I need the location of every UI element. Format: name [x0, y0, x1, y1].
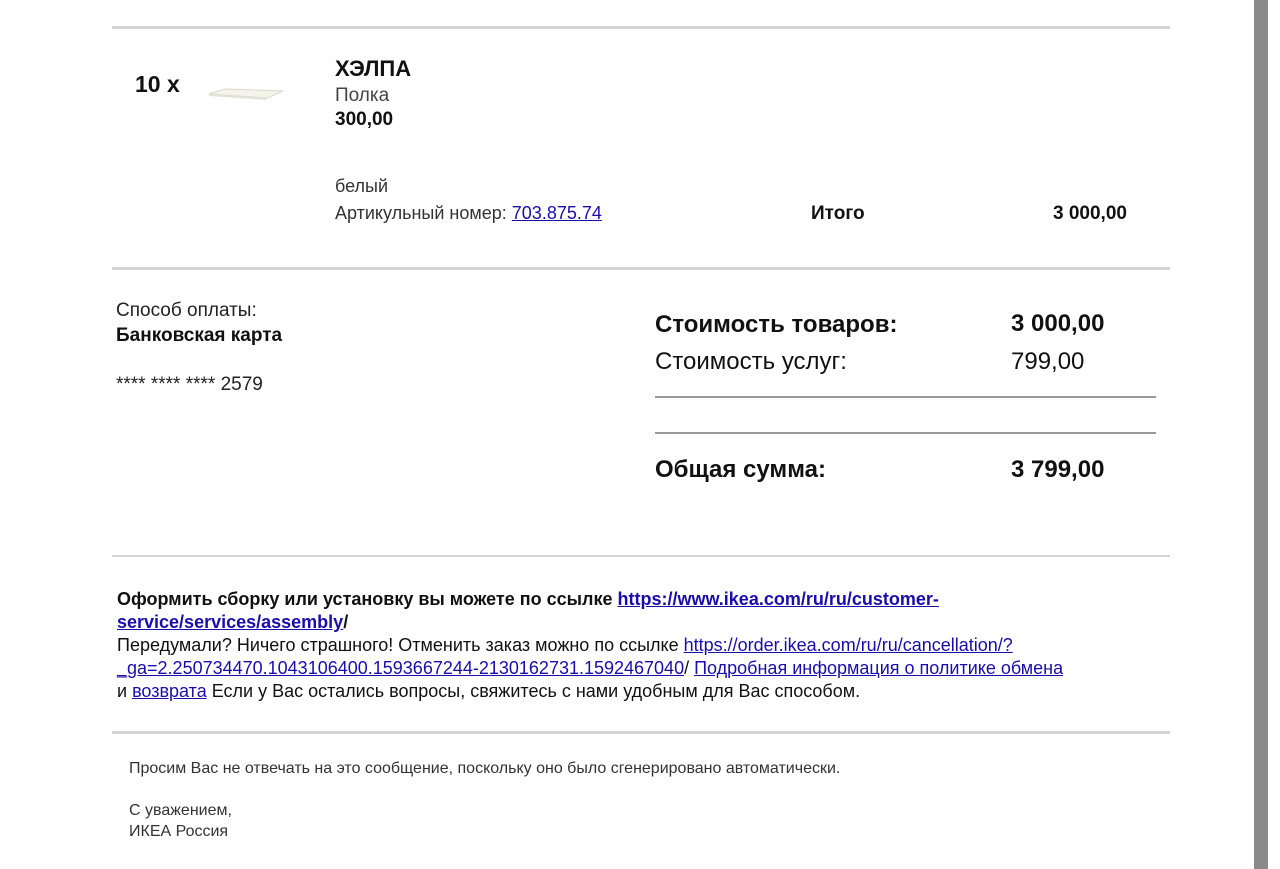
summary-divider-2 [655, 432, 1156, 434]
signature-text: ИКЕА Россия [129, 823, 229, 840]
services-cost-label: Стоимость услуг: [655, 348, 847, 375]
assembly-link-line1: https://www.ikea.com/ru/ru/customer- [617, 589, 939, 609]
payment-method-value: Банковская карта [116, 325, 283, 346]
cancel-paragraph: Передумали? Ничего страшного! Отменить з… [117, 634, 1177, 703]
no-reply-notice: Просим Вас не отвечать на это сообщение,… [129, 760, 841, 777]
grand-total-value: 3 799,00 [1011, 456, 1105, 483]
card-number: **** **** **** 2579 [116, 374, 263, 395]
item-quantity: 10 x [135, 71, 180, 97]
summary-divider-1 [655, 396, 1156, 398]
item-total-value: 3 000,00 [1053, 203, 1127, 224]
goods-cost-label: Стоимость товаров: [655, 311, 898, 338]
grand-total-label: Общая сумма: [655, 456, 826, 483]
payment-method-label: Способ оплаты: [116, 300, 257, 321]
product-type: Полка [335, 85, 390, 106]
cancel-link-line1: https://order.ikea.com/ru/ru/cancellatio… [683, 635, 1013, 655]
item-total-label: Итого [811, 203, 865, 224]
cancel-text: Передумали? Ничего страшного! Отменить з… [117, 635, 684, 655]
article-number-link[interactable]: 703.875.74 [512, 203, 602, 223]
summary-divider [112, 555, 1170, 557]
footer-divider [112, 731, 1170, 734]
assembly-paragraph: Оформить сборку или установку вы можете … [117, 588, 1177, 634]
cancel-link-line2: _ga=2.250734470.1043106400.1593667244-21… [117, 658, 685, 678]
article-number-row: Артикульный номер: 703.875.74 [335, 203, 602, 224]
regards-text: С уважением, [129, 802, 232, 819]
product-color: белый [335, 176, 389, 196]
cancel-after: / [684, 658, 695, 678]
product-thumbnail-icon [208, 88, 284, 100]
item-divider [112, 267, 1170, 270]
article-label: Артикульный номер: [335, 203, 507, 223]
goods-cost-value: 3 000,00 [1011, 310, 1105, 337]
assembly-text: Оформить сборку или установку вы можете … [117, 589, 618, 609]
assembly-slash: / [343, 612, 349, 632]
assembly-link-line2: service/services/assembly [117, 612, 344, 632]
return-policy-link[interactable]: возврата [132, 681, 207, 701]
product-price: 300,00 [335, 109, 394, 130]
questions-text: Если у Вас остались вопросы, свяжитесь с… [206, 681, 861, 701]
exchange-policy-link[interactable]: Подробная информация о политике обмена [694, 658, 1063, 678]
product-name: ХЭЛПА [335, 56, 412, 81]
and-text: и [117, 681, 133, 701]
services-cost-value: 799,00 [1011, 348, 1085, 375]
scrollbar[interactable] [1254, 0, 1268, 869]
info-block: Оформить сборку или установку вы можете … [117, 588, 1177, 703]
top-divider [112, 26, 1170, 29]
